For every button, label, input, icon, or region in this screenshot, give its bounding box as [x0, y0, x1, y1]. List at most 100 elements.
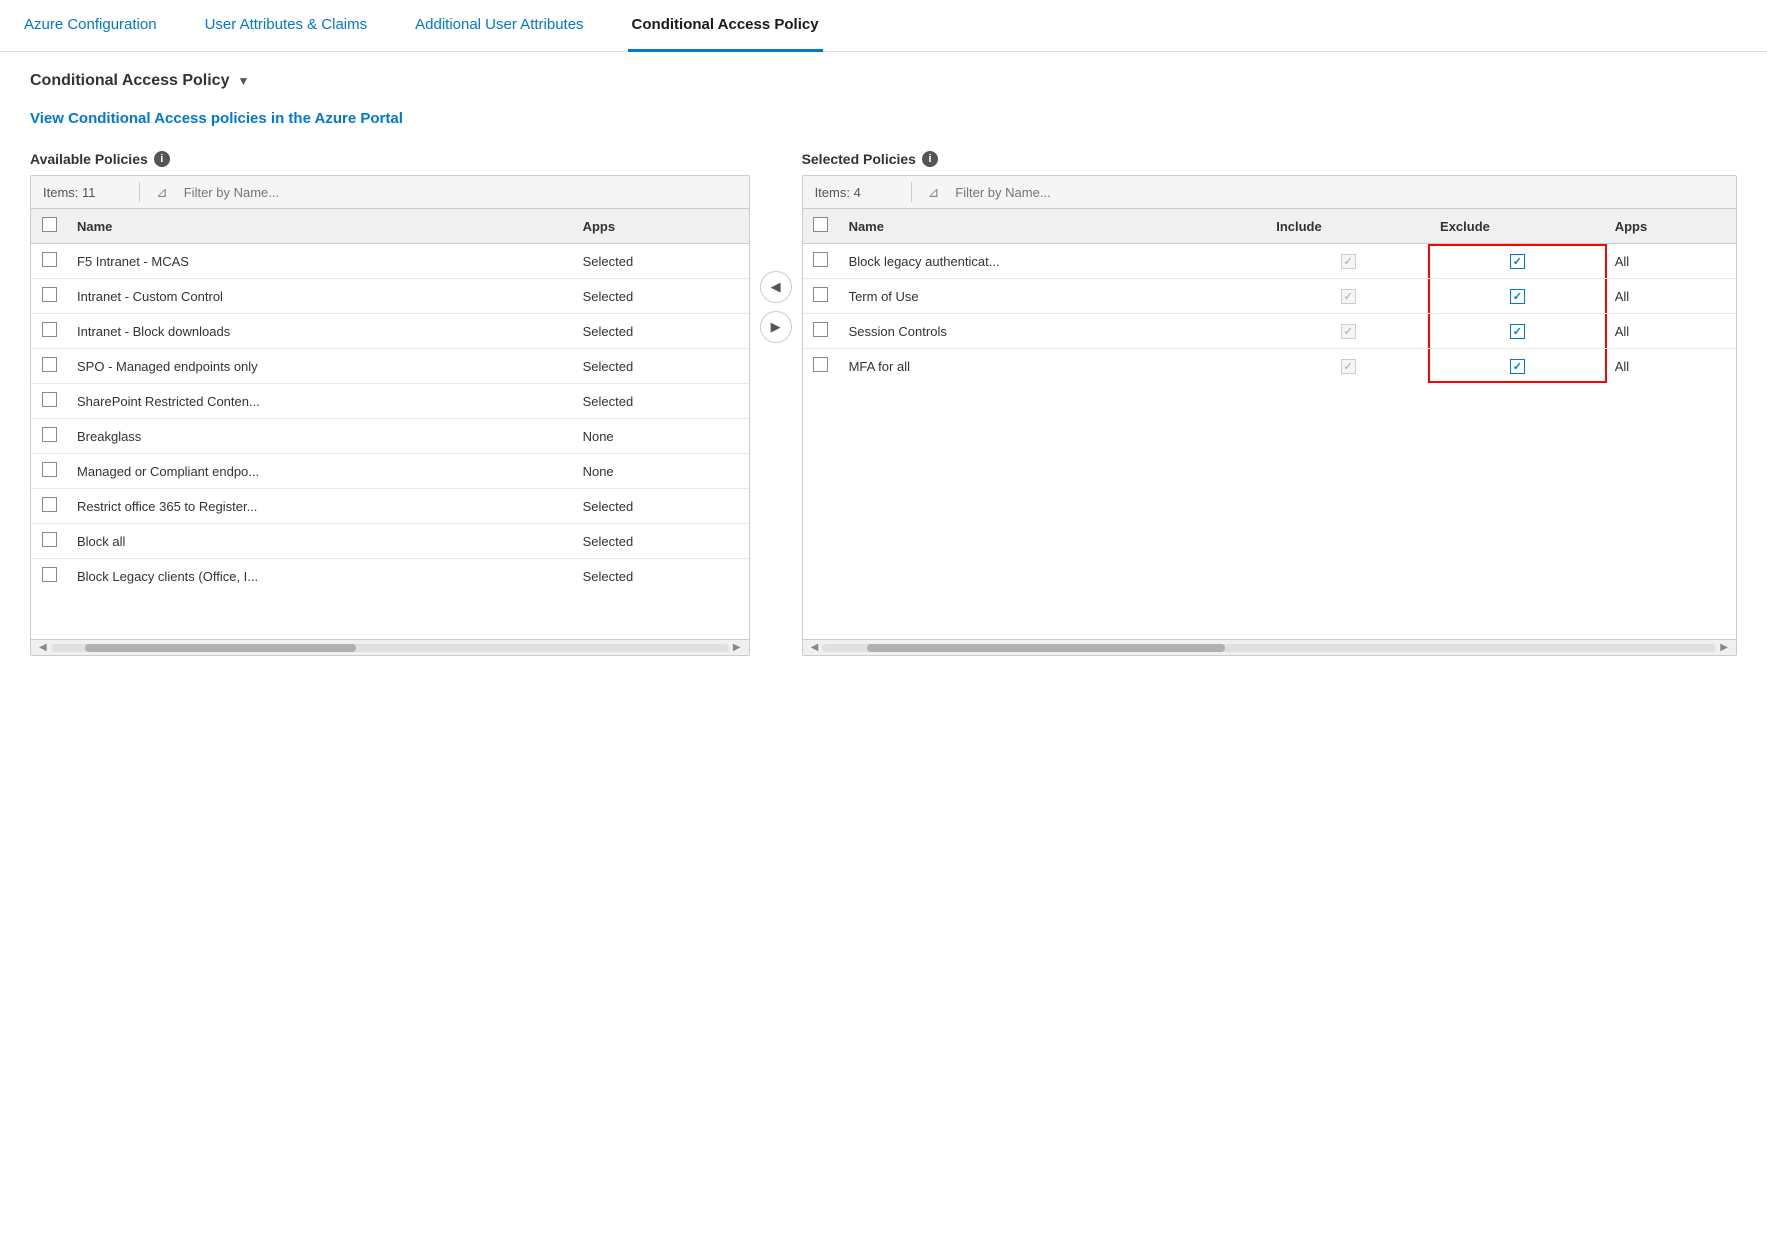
available-row-checkbox-8[interactable]	[42, 532, 57, 547]
selected-row-apps-2: All	[1605, 314, 1736, 349]
available-row-name-2: Intranet - Block downloads	[67, 314, 573, 349]
exclude-checkbox-0[interactable]	[1510, 254, 1525, 269]
selected-row-include-0	[1266, 244, 1430, 279]
selected-table-row: MFA for all All	[803, 349, 1736, 384]
page-content: Conditional Access Policy ▼ View Conditi…	[0, 52, 1767, 676]
selected-row-apps-1: All	[1605, 279, 1736, 314]
available-scroll-area[interactable]: Name Apps F5 Intranet - MCAS Selected In…	[31, 209, 749, 639]
transfer-left-button[interactable]: ◀	[760, 271, 792, 303]
selected-policies-panel: Items: 4 ⊿ Name	[802, 175, 1737, 656]
azure-portal-link[interactable]: View Conditional Access policies in the …	[30, 110, 403, 127]
available-row-checkbox-cell	[31, 349, 67, 384]
available-filter-bar: Items: 11 ⊿	[31, 176, 749, 209]
available-horizontal-scrollbar[interactable]: ◀ ▶	[31, 639, 749, 655]
selected-row-apps-3: All	[1605, 349, 1736, 384]
selected-items-count: Items: 4	[815, 185, 895, 200]
selected-row-checkbox-cell-2	[803, 314, 839, 349]
selected-policies-label: Selected Policies i	[802, 151, 1737, 167]
exclude-checkbox-3[interactable]	[1510, 359, 1525, 374]
selected-filter-funnel-icon: ⊿	[928, 184, 940, 201]
available-row-checkbox-1[interactable]	[42, 287, 57, 302]
selected-row-include-1	[1266, 279, 1430, 314]
available-row-checkbox-cell	[31, 279, 67, 314]
selected-horizontal-scrollbar[interactable]: ◀ ▶	[803, 639, 1736, 655]
available-row-apps-3: Selected	[573, 349, 749, 384]
available-row-checkbox-0[interactable]	[42, 252, 57, 267]
available-table-row: Intranet - Custom Control Selected	[31, 279, 749, 314]
selected-filter-input[interactable]	[955, 185, 1724, 200]
transfer-right-button[interactable]: ▶	[760, 311, 792, 343]
available-table-row: Restrict office 365 to Register... Selec…	[31, 489, 749, 524]
exclude-checkbox-1[interactable]	[1510, 289, 1525, 304]
available-row-checkbox-cell	[31, 559, 67, 594]
selected-scroll-right-arrow[interactable]: ▶	[1716, 642, 1732, 653]
section-dropdown-arrow[interactable]: ▼	[237, 74, 249, 88]
tab-user-attributes-claims[interactable]: User Attributes & Claims	[201, 0, 372, 52]
selected-scroll-area[interactable]: Name Include Exclude Apps Block legacy a…	[803, 209, 1736, 639]
available-row-name-0: F5 Intranet - MCAS	[67, 244, 573, 279]
available-row-checkbox-4[interactable]	[42, 392, 57, 407]
selected-row-checkbox-1[interactable]	[813, 287, 828, 302]
available-row-checkbox-cell	[31, 419, 67, 454]
tab-conditional-access-policy[interactable]: Conditional Access Policy	[628, 0, 823, 52]
available-row-checkbox-cell	[31, 314, 67, 349]
selected-exclude-header: Exclude	[1430, 209, 1605, 244]
selected-row-checkbox-cell-1	[803, 279, 839, 314]
selected-row-name-2: Session Controls	[839, 314, 1267, 349]
selected-select-all-checkbox[interactable]	[813, 217, 828, 232]
selected-row-checkbox-0[interactable]	[813, 252, 828, 267]
tab-additional-user-attributes[interactable]: Additional User Attributes	[411, 0, 587, 52]
selected-row-exclude-3	[1430, 349, 1605, 384]
available-row-checkbox-2[interactable]	[42, 322, 57, 337]
tab-azure-configuration[interactable]: Azure Configuration	[20, 0, 161, 52]
exclude-checkbox-2[interactable]	[1510, 324, 1525, 339]
include-checkbox-2[interactable]	[1341, 324, 1356, 339]
available-policies-panel: Items: 11 ⊿ Name	[30, 175, 750, 656]
selected-row-exclude-2	[1430, 314, 1605, 349]
available-table-row: Block all Selected	[31, 524, 749, 559]
top-navigation: Azure Configuration User Attributes & Cl…	[0, 0, 1767, 52]
available-row-checkbox-3[interactable]	[42, 357, 57, 372]
available-row-apps-8: Selected	[573, 524, 749, 559]
selected-row-apps-0: All	[1605, 244, 1736, 279]
available-filter-input[interactable]	[184, 185, 737, 200]
selected-row-checkbox-cell-0	[803, 244, 839, 279]
available-policies-label: Available Policies i	[30, 151, 750, 167]
available-row-name-4: SharePoint Restricted Conten...	[67, 384, 573, 419]
include-checkbox-3[interactable]	[1341, 359, 1356, 374]
section-header: Conditional Access Policy ▼	[30, 72, 1737, 90]
available-row-checkbox-9[interactable]	[42, 567, 57, 582]
scroll-right-arrow[interactable]: ▶	[729, 642, 745, 653]
available-row-checkbox-6[interactable]	[42, 462, 57, 477]
selected-row-checkbox-3[interactable]	[813, 357, 828, 372]
available-row-checkbox-5[interactable]	[42, 427, 57, 442]
available-row-name-9: Block Legacy clients (Office, I...	[67, 559, 573, 594]
selected-policies-table: Name Include Exclude Apps Block legacy a…	[803, 209, 1736, 383]
available-row-checkbox-cell	[31, 524, 67, 559]
selected-table-row: Block legacy authenticat... All	[803, 244, 1736, 279]
available-table-row: Intranet - Block downloads Selected	[31, 314, 749, 349]
selected-filter-bar: Items: 4 ⊿	[803, 176, 1736, 209]
selected-scroll-left-arrow[interactable]: ◀	[807, 642, 823, 653]
selected-name-header: Name	[839, 209, 1267, 244]
selected-row-include-3	[1266, 349, 1430, 384]
scroll-left-arrow[interactable]: ◀	[35, 642, 51, 653]
available-policies-panel-wrapper: Available Policies i Items: 11 ⊿	[30, 151, 750, 656]
available-row-name-6: Managed or Compliant endpo...	[67, 454, 573, 489]
include-checkbox-0[interactable]	[1341, 254, 1356, 269]
available-row-apps-7: Selected	[573, 489, 749, 524]
selected-select-all-header	[803, 209, 839, 244]
available-row-apps-1: Selected	[573, 279, 749, 314]
selected-row-name-3: MFA for all	[839, 349, 1267, 384]
available-row-apps-2: Selected	[573, 314, 749, 349]
selected-info-icon[interactable]: i	[922, 151, 938, 167]
include-checkbox-1[interactable]	[1341, 289, 1356, 304]
select-all-checkbox[interactable]	[42, 217, 57, 232]
selected-row-name-1: Term of Use	[839, 279, 1267, 314]
filter-divider	[139, 182, 140, 202]
available-table-row: F5 Intranet - MCAS Selected	[31, 244, 749, 279]
available-info-icon[interactable]: i	[154, 151, 170, 167]
available-row-apps-6: None	[573, 454, 749, 489]
available-row-checkbox-7[interactable]	[42, 497, 57, 512]
selected-row-checkbox-2[interactable]	[813, 322, 828, 337]
